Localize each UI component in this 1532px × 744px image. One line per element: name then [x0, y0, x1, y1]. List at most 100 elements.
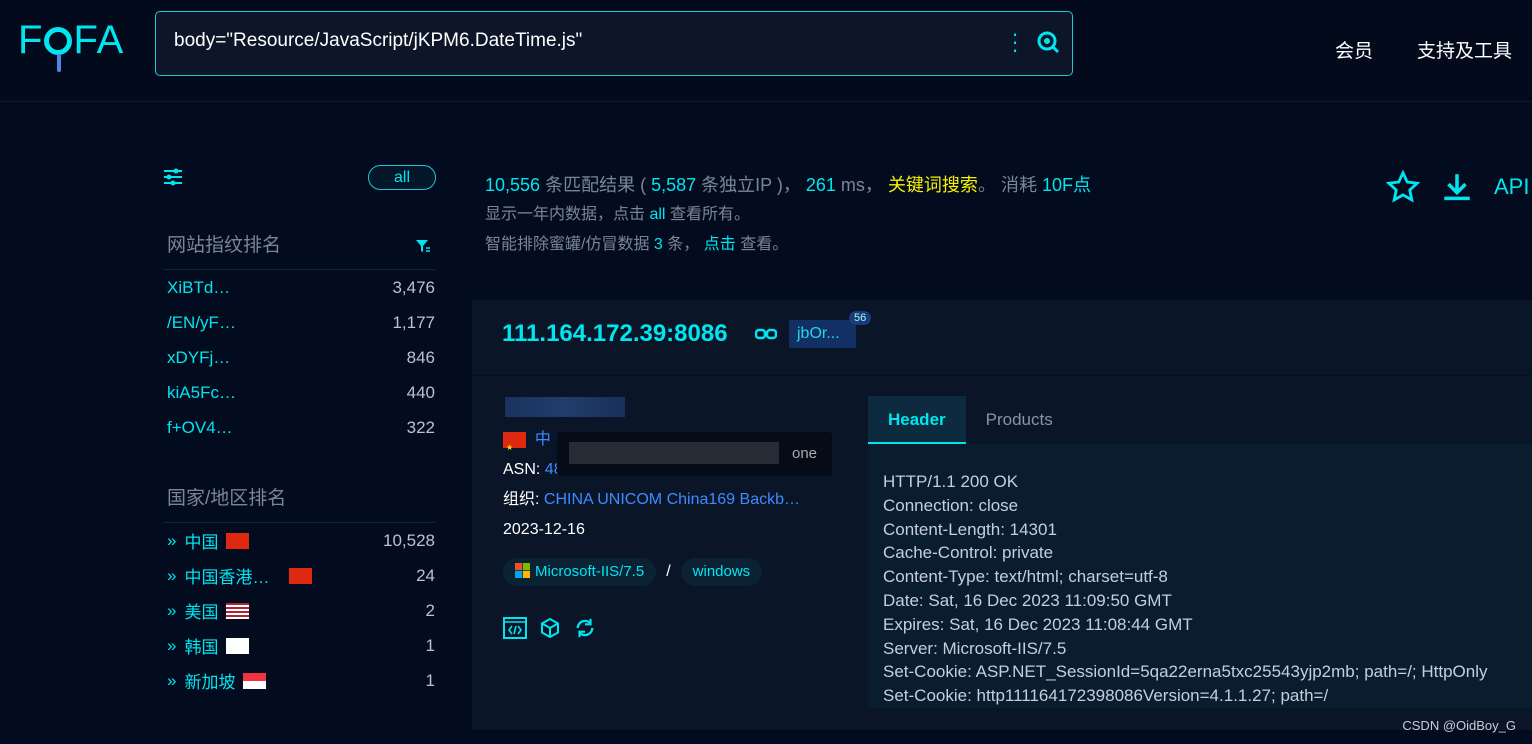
keyword-search-link[interactable]: 关键词搜索 — [888, 175, 978, 195]
ms-label: ms， — [840, 175, 883, 195]
header-line: Cache-Control: private — [883, 543, 1054, 563]
result-card: 111.164.172.39:8086 jbOr... 56 ★ 中 ASN: … — [472, 300, 1532, 730]
header-line: Expires: Sat, 16 Dec 2023 11:08:44 GMT — [883, 614, 1193, 634]
org-link[interactable]: CHINA UNICOM China169 Backb… — [544, 491, 800, 508]
header-line: Content-Type: text/html; charset=utf-8 — [883, 567, 1168, 587]
api-link[interactable]: API — [1494, 174, 1529, 200]
country-count: 1 — [425, 670, 435, 690]
code-icon[interactable] — [503, 617, 527, 639]
refresh-icon[interactable] — [573, 617, 597, 639]
fingerprint-count: 1,177 — [392, 312, 435, 332]
fingerprint-count: 3,476 — [392, 277, 435, 297]
honeypot-unit: 条， — [667, 236, 700, 253]
ip-port-link[interactable]: 111.164.172.39:8086 — [502, 320, 728, 348]
header-line: Connection: close — [883, 495, 1019, 515]
country-name[interactable]: 韩国 — [184, 633, 218, 658]
honeypot-notice: 智能排除蜜罐/仿冒数据 — [485, 236, 650, 253]
sg-flag-icon — [243, 672, 267, 689]
fingerprint-item[interactable]: /EN/yF… 1,177 — [163, 305, 435, 340]
country-name[interactable]: 中国 — [184, 528, 218, 553]
fingerprint-item[interactable]: kiA5Fc… 440 — [163, 375, 435, 410]
view-all-link[interactable]: all — [649, 206, 665, 223]
country-item[interactable]: » 中国 10,528 — [163, 523, 435, 558]
top-bar: FFA ··· 会员 支持及工具 — [0, 0, 1532, 102]
search-input[interactable] — [174, 30, 994, 52]
link-icon[interactable] — [755, 328, 777, 340]
tag-count-badge: 56 — [849, 311, 872, 325]
china-flag-icon: ★ — [503, 431, 526, 452]
country-ranking-title: 国家/地区排名 — [163, 483, 435, 523]
fingerprint-name[interactable]: kiA5Fc… — [167, 383, 236, 403]
header-line: Set-Cookie: ASP.NET_SessionId=5qa22erna5… — [883, 662, 1488, 682]
fingerprint-name[interactable]: /EN/yF… — [167, 313, 236, 333]
filter-settings-icon[interactable] — [163, 167, 183, 187]
asn-label: ASN: — [503, 461, 541, 478]
year-notice-tail: 查看所有。 — [669, 206, 750, 223]
search-icon[interactable] — [1036, 30, 1060, 54]
server-tag[interactable]: Microsoft-IIS/7.5 — [503, 558, 657, 586]
result-count: 10,556 — [485, 175, 541, 195]
more-options-icon[interactable]: · · · — [1010, 23, 1020, 61]
os-tag[interactable]: windows — [680, 558, 763, 586]
sidebar: all 网站指纹排名 XiBTd… 3,476/EN/yF… 1,177 xDYFj…… — [163, 160, 436, 698]
result-summary: 10,556 条匹配结果 ( 5,587 条独立IP )， 261 ms， 关键… — [485, 170, 1091, 260]
double-chevron-icon: » — [167, 530, 177, 550]
country-item[interactable]: » 中国香港… 24 — [163, 558, 435, 593]
count-label: 条匹配结果 ( — [545, 175, 647, 195]
fingerprint-name[interactable]: XiBTd… — [167, 278, 230, 298]
fingerprint-count: 440 — [406, 382, 435, 402]
search-box: ··· — [155, 11, 1073, 76]
title-tag[interactable]: jbOr... — [789, 320, 856, 348]
tab-products[interactable]: Products — [966, 396, 1073, 444]
header-line: HTTP/1.1 200 OK — [883, 472, 1019, 491]
country-item[interactable]: » 美国 2 — [163, 593, 435, 628]
nav-membership[interactable]: 会员 — [1335, 36, 1373, 63]
header-line: Set-Cookie: http111164172398086Version=4… — [883, 686, 1329, 706]
separator: / — [666, 563, 671, 580]
country-item[interactable]: » 韩国 1 — [163, 628, 435, 663]
fingerprint-item[interactable]: f+OV4… 322 — [163, 410, 435, 445]
cn-flag-icon — [226, 532, 250, 549]
country-link[interactable]: 中 — [535, 431, 551, 448]
country-name[interactable]: 美国 — [184, 598, 218, 623]
star-icon[interactable] — [1386, 170, 1420, 204]
download-icon[interactable] — [1440, 170, 1474, 204]
cost-points: 10F点 — [1041, 175, 1091, 195]
us-flag-icon — [226, 602, 250, 619]
filter-icon[interactable] — [415, 238, 431, 254]
country-count: 2 — [425, 600, 435, 620]
country-count: 1 — [425, 635, 435, 655]
country-name[interactable]: 中国香港… — [184, 563, 269, 588]
all-button[interactable]: all — [368, 165, 436, 190]
fingerprint-item[interactable]: XiBTd… 3,476 — [163, 270, 435, 305]
tooltip: one — [557, 432, 832, 476]
fingerprint-count: 322 — [406, 417, 435, 437]
fingerprint-item[interactable]: xDYFj… 846 — [163, 340, 435, 375]
fingerprint-name[interactable]: xDYFj… — [167, 348, 230, 368]
header-line: Server: Microsoft-IIS/7.5 — [883, 638, 1067, 658]
nav-support-tools[interactable]: 支持及工具 — [1417, 36, 1512, 63]
ip-label: 条独立IP )， — [701, 175, 801, 195]
double-chevron-icon: » — [167, 670, 177, 690]
country-count: 10,528 — [383, 530, 435, 550]
date: 2023-12-16 — [503, 521, 585, 538]
header-line: Content-Length: 14301 — [883, 519, 1057, 539]
country-item[interactable]: » 新加坡 1 — [163, 663, 435, 698]
country-count: 24 — [416, 565, 435, 585]
honeypot-count: 3 — [653, 236, 663, 253]
detail-tabs: Header Products — [868, 396, 1073, 444]
ip-count: 5,587 — [651, 175, 697, 195]
cube-icon[interactable] — [539, 617, 561, 639]
fingerprint-count: 846 — [406, 347, 435, 367]
double-chevron-icon: » — [167, 600, 177, 620]
honeypot-view-link[interactable]: 点击 — [704, 236, 736, 253]
microsoft-icon — [515, 563, 530, 578]
tab-header[interactable]: Header — [868, 396, 966, 444]
country-name[interactable]: 新加坡 — [184, 668, 235, 693]
fingerprint-name[interactable]: f+OV4… — [167, 418, 233, 438]
hk-flag-icon — [289, 567, 313, 584]
fofa-logo[interactable]: F FA — [18, 18, 124, 72]
cost-label: 。 消耗 — [977, 175, 1037, 195]
double-chevron-icon: » — [167, 565, 177, 585]
header-line: Date: Sat, 16 Dec 2023 11:09:50 GMT — [883, 590, 1172, 610]
